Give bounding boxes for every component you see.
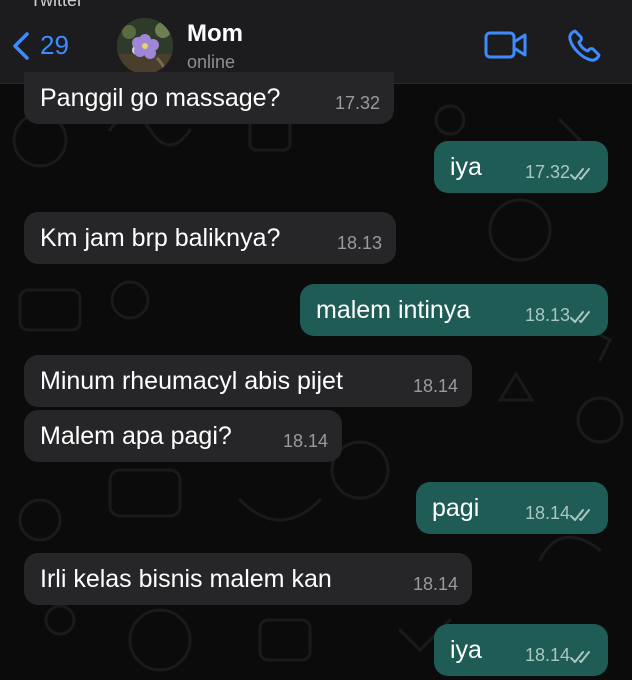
message-bubble-incoming[interactable]: Malem apa pagi? 18.14 <box>24 410 342 462</box>
contact-name[interactable]: Mom <box>187 20 243 48</box>
message-bubble-outgoing[interactable]: pagi 18.14 <box>416 482 608 534</box>
message-time: 18.14 <box>524 503 570 523</box>
message-text: Malem apa pagi? <box>40 421 232 450</box>
chevron-left-icon <box>13 31 29 60</box>
unread-count: 29 <box>40 30 69 60</box>
message-bubble-incoming[interactable]: Panggil go massage? 17.32 <box>24 72 394 124</box>
status-bar-back-label: Twitter <box>30 0 84 10</box>
message-bubble-incoming[interactable]: Km jam brp baliknya? 18.13 <box>24 212 396 264</box>
message-bubble-incoming[interactable]: Irli kelas bisnis malem kan 18.14 <box>24 553 472 605</box>
back-button[interactable]: 29 <box>10 30 69 61</box>
message-text: Irli kelas bisnis malem kan <box>40 564 332 593</box>
message-time: 18.13 <box>524 305 570 325</box>
phone-icon[interactable] <box>566 28 602 64</box>
message-bubble-outgoing[interactable]: iya 17.32 <box>434 141 608 193</box>
message-text: Minum rheumacyl abis pijet <box>40 366 343 395</box>
message-time: 17.32 <box>524 162 570 182</box>
contact-status: online <box>187 52 236 72</box>
message-time: 18.14 <box>524 645 570 665</box>
message-text: Km jam brp baliknya? <box>40 223 281 252</box>
message-text: malem intinya <box>316 295 471 324</box>
message-text: iya <box>450 152 482 181</box>
message-text: Panggil go massage? <box>40 83 281 112</box>
video-camera-icon[interactable] <box>484 28 528 62</box>
flower-avatar-image <box>117 18 173 74</box>
message-text: iya <box>450 635 482 664</box>
avatar[interactable] <box>117 18 173 74</box>
double-check-icon <box>570 168 590 180</box>
double-check-icon <box>570 311 590 323</box>
message-text: pagi <box>432 493 480 522</box>
message-bubble-outgoing[interactable]: malem intinya 18.13 <box>300 284 608 336</box>
message-time: 18.14 <box>412 376 458 396</box>
message-time: 18.14 <box>282 431 328 451</box>
double-check-icon <box>570 509 590 521</box>
double-check-icon <box>570 651 590 663</box>
message-time: 18.13 <box>336 233 382 253</box>
message-bubble-incoming[interactable]: Minum rheumacyl abis pijet 18.14 <box>24 355 472 407</box>
message-time: 18.14 <box>412 574 458 594</box>
message-bubble-outgoing[interactable]: iya 18.14 <box>434 624 608 676</box>
message-time: 17.32 <box>334 93 380 113</box>
